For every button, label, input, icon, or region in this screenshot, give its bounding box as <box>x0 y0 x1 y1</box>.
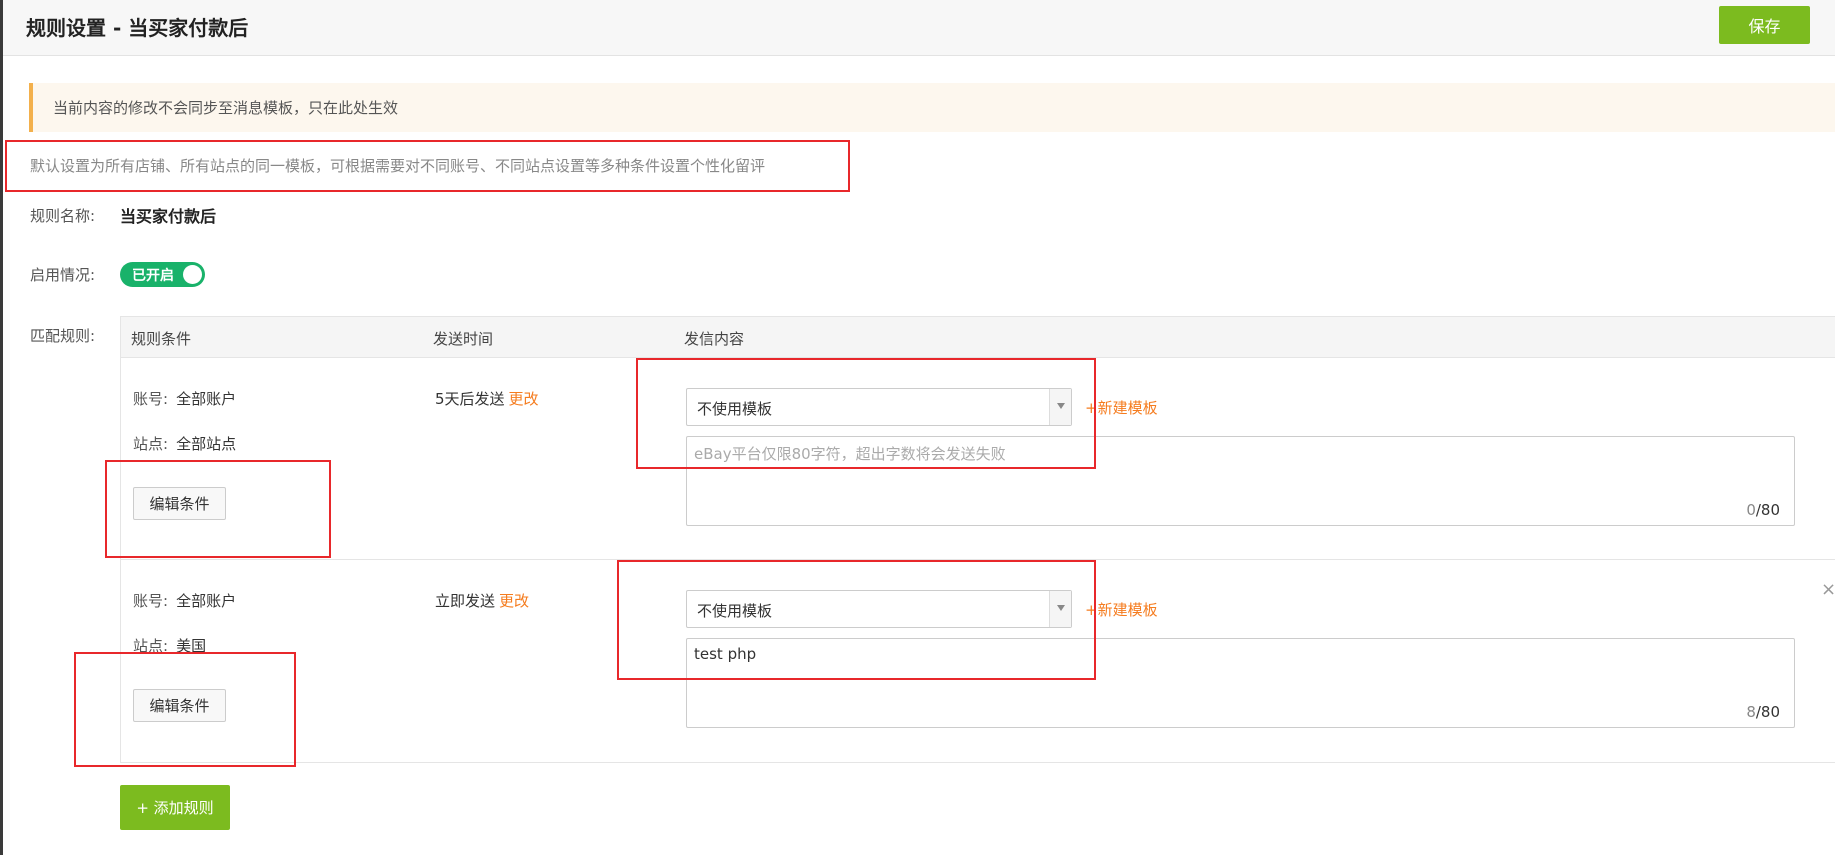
rule-name-value: 当买家付款后 <box>120 207 217 226</box>
window-left-edge <box>0 0 3 855</box>
header-send-time: 发送时间 <box>433 330 494 348</box>
account-condition: 账号: 全部账户 <box>133 590 236 611</box>
site-label: 站点: <box>133 435 169 453</box>
page-header: 规则设置 - 当买家付款后 保存 <box>3 0 1835 56</box>
highlight-box-rule1-template <box>636 358 1096 469</box>
site-value: 全部站点 <box>176 435 237 453</box>
send-time: 立即发送 更改 <box>435 590 529 611</box>
highlight-box-description <box>5 140 850 192</box>
account-value: 全部账户 <box>176 592 237 610</box>
notice-banner: 当前内容的修改不会同步至消息模板，只在此处生效 <box>29 83 1835 132</box>
status-label: 启用情况: <box>30 266 96 284</box>
char-counter: 8/80 <box>1746 703 1780 721</box>
account-label: 账号: <box>133 592 169 610</box>
account-label: 账号: <box>133 390 169 408</box>
header-content: 发信内容 <box>684 330 745 348</box>
page-title: 规则设置 - 当买家付款后 <box>26 16 249 40</box>
highlight-box-rule2-edit <box>74 652 296 767</box>
notice-text: 当前内容的修改不会同步至消息模板，只在此处生效 <box>53 99 399 117</box>
header-condition: 规则条件 <box>131 330 192 348</box>
change-send-time-link[interactable]: 更改 <box>499 592 529 610</box>
site-condition: 站点: 全部站点 <box>133 433 236 454</box>
highlight-box-rule2-template <box>617 560 1096 680</box>
toggle-knob <box>183 265 202 284</box>
rule-name-label: 规则名称: <box>30 207 96 225</box>
match-rules-label: 匹配规则: <box>30 327 96 345</box>
char-count-max: /80 <box>1755 703 1780 721</box>
add-rule-button[interactable]: + 添加规则 <box>120 785 230 830</box>
table-header: 规则条件 发送时间 发信内容 <box>121 316 1835 358</box>
save-button[interactable]: 保存 <box>1719 6 1810 44</box>
account-value: 全部账户 <box>176 390 237 408</box>
char-count-current: 8 <box>1746 703 1756 721</box>
send-time: 5天后发送 更改 <box>435 388 539 409</box>
status-toggle[interactable]: 已开启 <box>120 262 205 287</box>
char-counter: 0/80 <box>1746 501 1780 519</box>
status-toggle-text: 已开启 <box>132 268 174 284</box>
char-count-max: /80 <box>1755 501 1780 519</box>
change-send-time-link[interactable]: 更改 <box>509 390 539 408</box>
char-count-current: 0 <box>1746 501 1756 519</box>
highlight-box-rule1-edit <box>105 460 331 558</box>
send-time-value: 5天后发送 <box>435 390 505 408</box>
send-time-value: 立即发送 <box>435 592 496 610</box>
account-condition: 账号: 全部账户 <box>133 388 236 409</box>
remove-rule-close-icon[interactable]: × <box>1821 579 1835 600</box>
